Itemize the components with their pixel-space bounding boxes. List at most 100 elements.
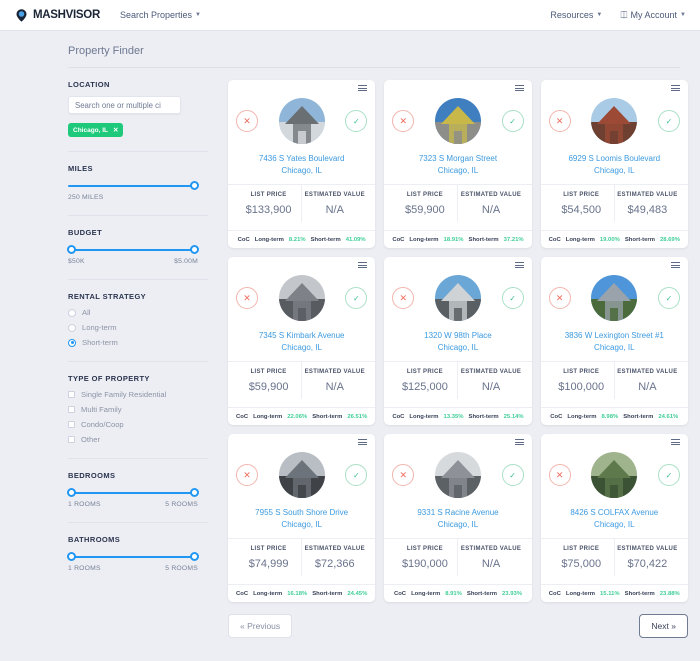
reject-property-button[interactable]: ✕ bbox=[236, 464, 258, 486]
bathrooms-slider[interactable] bbox=[68, 551, 198, 563]
hamburger-menu-icon[interactable] bbox=[671, 439, 680, 445]
property-address[interactable]: 7323 S Morgan StreetChicago, IL bbox=[392, 153, 523, 176]
property-city: Chicago, IL bbox=[236, 519, 367, 531]
property-photo[interactable] bbox=[591, 98, 637, 144]
checkbox-icon[interactable] bbox=[68, 436, 75, 443]
property-photo[interactable] bbox=[435, 275, 481, 321]
list-price-label: LIST PRICE bbox=[392, 192, 457, 198]
top-navigation-bar: MASHVISOR Search Properties ▼ Resources … bbox=[0, 0, 700, 31]
accept-property-button[interactable]: ✓ bbox=[345, 110, 367, 132]
property-street: 6929 S Loomis Boulevard bbox=[549, 153, 680, 165]
slider-handle-min[interactable] bbox=[67, 245, 76, 254]
reject-property-button[interactable]: ✕ bbox=[549, 464, 571, 486]
hamburger-menu-icon[interactable] bbox=[515, 262, 524, 268]
reject-property-button[interactable]: ✕ bbox=[236, 110, 258, 132]
checkbox-option-single-family[interactable]: Single Family Residential bbox=[68, 390, 208, 399]
radio-icon-selected[interactable] bbox=[68, 339, 76, 347]
checkbox-option-condo-coop[interactable]: Condo/Coop bbox=[68, 420, 208, 429]
reject-property-button[interactable]: ✕ bbox=[549, 287, 571, 309]
property-address[interactable]: 9331 S Racine AvenueChicago, IL bbox=[392, 507, 523, 530]
bedrooms-slider[interactable] bbox=[68, 487, 198, 499]
accept-property-button[interactable]: ✓ bbox=[658, 287, 680, 309]
reject-property-button[interactable]: ✕ bbox=[392, 110, 414, 132]
radio-icon[interactable] bbox=[68, 324, 76, 332]
slider-handle-max[interactable] bbox=[190, 552, 199, 561]
estimated-value-cell: ESTIMATED VALUEN/A bbox=[457, 185, 523, 222]
property-photo[interactable] bbox=[591, 275, 637, 321]
nav-search-properties[interactable]: Search Properties ▼ bbox=[120, 10, 201, 20]
property-city: Chicago, IL bbox=[236, 165, 367, 177]
checkbox-option-other[interactable]: Other bbox=[68, 435, 208, 444]
slider-handle-max[interactable] bbox=[190, 181, 199, 190]
slider-handle-min[interactable] bbox=[67, 552, 76, 561]
property-address[interactable]: 7955 S South Shore DriveChicago, IL bbox=[236, 507, 367, 530]
checkbox-icon[interactable] bbox=[68, 391, 75, 398]
property-photo[interactable] bbox=[279, 98, 325, 144]
reject-property-button[interactable]: ✕ bbox=[392, 464, 414, 486]
budget-slider[interactable] bbox=[68, 244, 198, 256]
location-tag-chicago[interactable]: Chicago, IL ✕ bbox=[68, 123, 123, 137]
reject-property-button[interactable]: ✕ bbox=[549, 110, 571, 132]
property-card[interactable]: ✕✓1320 W 98th PlaceChicago, ILLIST PRICE… bbox=[384, 257, 531, 425]
accept-property-button[interactable]: ✓ bbox=[502, 110, 524, 132]
property-address[interactable]: 8426 S COLFAX AvenueChicago, IL bbox=[549, 507, 680, 530]
close-icon[interactable]: ✕ bbox=[113, 126, 118, 134]
radio-option-all[interactable]: All bbox=[68, 308, 208, 317]
property-card[interactable]: ✕✓7955 S South Shore DriveChicago, ILLIS… bbox=[228, 434, 375, 602]
property-address[interactable]: 6929 S Loomis BoulevardChicago, IL bbox=[549, 153, 680, 176]
accept-property-button[interactable]: ✓ bbox=[658, 110, 680, 132]
short-term-value: 24.45% bbox=[347, 591, 367, 597]
property-card[interactable]: ✕✓3836 W Lexington Street #1Chicago, ILL… bbox=[541, 257, 688, 425]
hamburger-menu-icon[interactable] bbox=[515, 85, 524, 91]
property-photo[interactable] bbox=[435, 452, 481, 498]
radio-icon[interactable] bbox=[68, 309, 76, 317]
list-price-value: $75,000 bbox=[549, 558, 614, 570]
location-search-input[interactable]: Search one or multiple ci bbox=[68, 96, 181, 114]
previous-page-button[interactable]: « Previous bbox=[228, 614, 292, 638]
accept-property-button[interactable]: ✓ bbox=[658, 464, 680, 486]
property-street: 7436 S Yates Boulevard bbox=[236, 153, 367, 165]
accept-property-button[interactable]: ✓ bbox=[502, 464, 524, 486]
hamburger-menu-icon[interactable] bbox=[358, 439, 367, 445]
brand-logo[interactable]: MASHVISOR bbox=[14, 8, 100, 23]
accept-property-button[interactable]: ✓ bbox=[345, 287, 367, 309]
hamburger-menu-icon[interactable] bbox=[671, 85, 680, 91]
property-photo[interactable] bbox=[591, 452, 637, 498]
reject-property-button[interactable]: ✕ bbox=[392, 287, 414, 309]
hamburger-menu-icon[interactable] bbox=[671, 262, 680, 268]
reject-property-button[interactable]: ✕ bbox=[236, 287, 258, 309]
property-address[interactable]: 1320 W 98th PlaceChicago, IL bbox=[392, 330, 523, 353]
property-address[interactable]: 7345 S Kimbark AvenueChicago, IL bbox=[236, 330, 367, 353]
property-photo[interactable] bbox=[279, 452, 325, 498]
slider-track bbox=[68, 492, 198, 494]
property-address[interactable]: 7436 S Yates BoulevardChicago, IL bbox=[236, 153, 367, 176]
property-card[interactable]: ✕✓6929 S Loomis BoulevardChicago, ILLIST… bbox=[541, 80, 688, 248]
property-card[interactable]: ✕✓7345 S Kimbark AvenueChicago, ILLIST P… bbox=[228, 257, 375, 425]
checkbox-option-multi-family[interactable]: Multi Family bbox=[68, 405, 208, 414]
nav-resources[interactable]: Resources ▼ bbox=[550, 10, 602, 20]
radio-option-long-term[interactable]: Long-term bbox=[68, 323, 208, 332]
property-photo[interactable] bbox=[279, 275, 325, 321]
radio-option-short-term[interactable]: Short-term bbox=[68, 338, 208, 347]
slider-handle-max[interactable] bbox=[190, 488, 199, 497]
hamburger-menu-icon[interactable] bbox=[358, 85, 367, 91]
nav-my-account[interactable]: ⎅ My Account ▼ bbox=[620, 10, 686, 21]
accept-property-button[interactable]: ✓ bbox=[502, 287, 524, 309]
miles-slider[interactable] bbox=[68, 180, 198, 192]
hamburger-menu-icon[interactable] bbox=[358, 262, 367, 268]
hamburger-menu-icon[interactable] bbox=[515, 439, 524, 445]
slider-handle-min[interactable] bbox=[67, 488, 76, 497]
slider-handle-max[interactable] bbox=[190, 245, 199, 254]
property-photo[interactable] bbox=[435, 98, 481, 144]
checkbox-icon[interactable] bbox=[68, 406, 75, 413]
property-card[interactable]: ✕✓7436 S Yates BoulevardChicago, ILLIST … bbox=[228, 80, 375, 248]
cash-on-cash-row: CoCLong-term22.06%Short-term26.51% bbox=[236, 408, 367, 420]
accept-property-button[interactable]: ✓ bbox=[345, 464, 367, 486]
property-card[interactable]: ✕ ✓ 7323 S Morgan StreetChicago, IL LIST PR… bbox=[384, 80, 531, 248]
property-card[interactable]: ✕✓8426 S COLFAX AvenueChicago, ILLIST PR… bbox=[541, 434, 688, 602]
next-page-button[interactable]: Next » bbox=[639, 614, 688, 638]
divider bbox=[68, 361, 208, 362]
checkbox-icon[interactable] bbox=[68, 421, 75, 428]
property-address[interactable]: 3836 W Lexington Street #1Chicago, IL bbox=[549, 330, 680, 353]
property-card[interactable]: ✕✓9331 S Racine AvenueChicago, ILLIST PR… bbox=[384, 434, 531, 602]
